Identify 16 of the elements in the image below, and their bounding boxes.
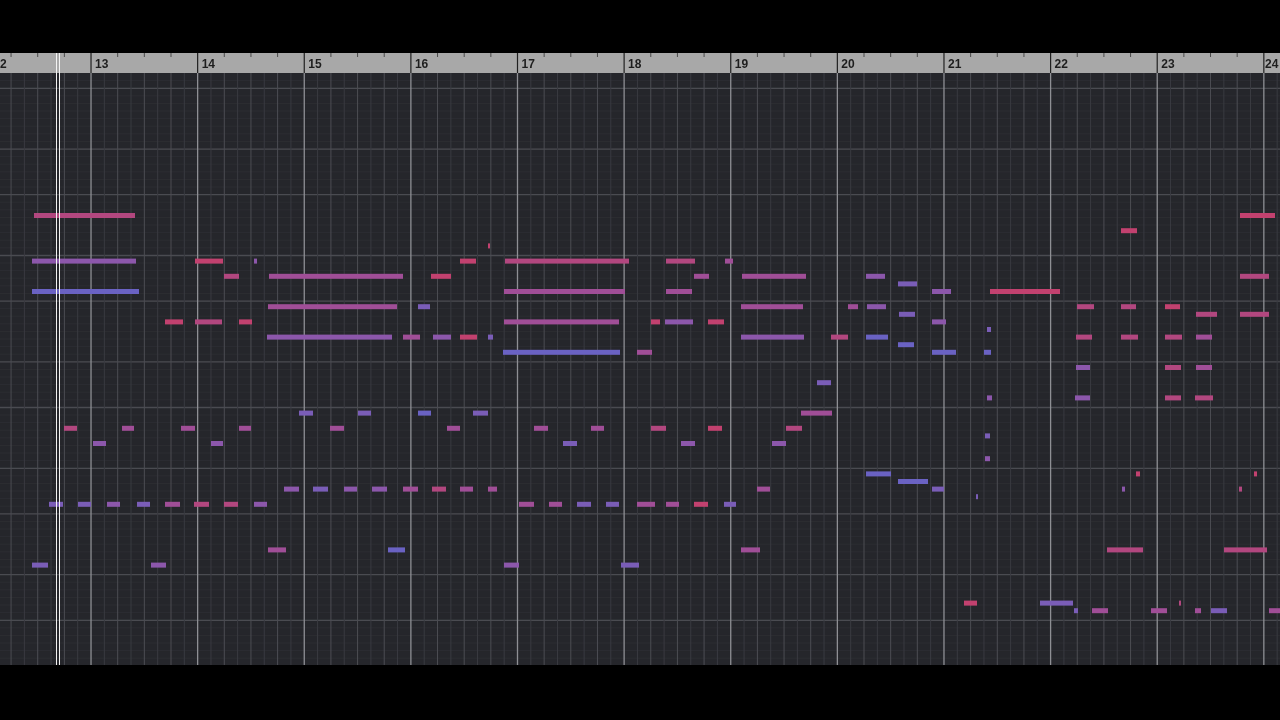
bar-number: 21 — [947, 57, 962, 71]
bar-number: 22 — [1054, 57, 1068, 71]
bar-number: 23 — [1161, 57, 1175, 71]
bar-number: 18 — [628, 57, 642, 71]
bar-number: 24 — [1265, 57, 1279, 71]
bar-number: 2 — [0, 57, 7, 71]
timeline-ruler[interactable]: 2 13 14 15 16 17 18 19 20 21 22 23 24 — [0, 53, 1280, 73]
bar-number: 20 — [841, 57, 855, 71]
bar-number: 15 — [308, 57, 322, 71]
bar-number: 19 — [734, 57, 749, 71]
bar-number: 16 — [414, 57, 429, 71]
bar-number: 13 — [95, 57, 109, 71]
playhead[interactable] — [56, 53, 60, 665]
bar-number: 14 — [201, 57, 215, 71]
bar-number: 17 — [521, 57, 535, 71]
midi-note[interactable] — [49, 501, 63, 507]
